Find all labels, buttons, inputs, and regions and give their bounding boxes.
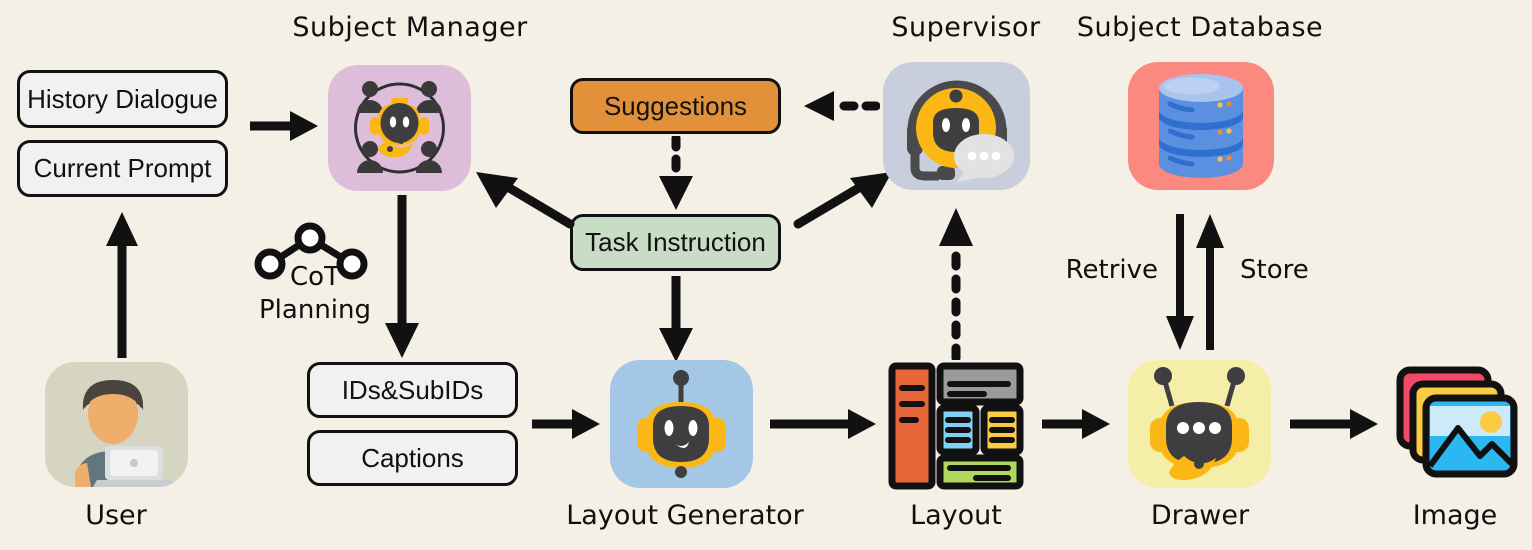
arrow-drawer-to-image xyxy=(1290,409,1378,439)
arrow-layout-to-drawer xyxy=(1042,409,1110,439)
caption-drawer: Drawer xyxy=(1150,500,1250,531)
captions-box[interactable]: Captions xyxy=(307,430,518,486)
arrow-retrieve-store-pair xyxy=(1166,214,1224,350)
dashed-arrow-supervisor-to-suggestions xyxy=(804,91,880,121)
diagram-canvas: Subject Manager Supervisor Subject Datab… xyxy=(0,0,1532,550)
current-prompt-box[interactable]: Current Prompt xyxy=(17,140,228,197)
cot-planning-label-line2: Planning xyxy=(259,295,371,325)
layout-generator-icon[interactable] xyxy=(610,360,753,488)
dashed-arrow-layout-to-supervisor xyxy=(939,208,973,360)
arrow-outputs-to-layout-generator xyxy=(532,409,600,439)
caption-layout-generator: Layout Generator xyxy=(566,500,804,531)
ids-subids-box[interactable]: IDs&SubIDs xyxy=(307,362,518,418)
user-icon[interactable] xyxy=(45,362,188,487)
title-subject-manager: Subject Manager xyxy=(292,12,528,43)
layout-icon[interactable] xyxy=(888,362,1024,490)
cot-planning-label-line1: CoT xyxy=(290,262,340,292)
arrow-layout-generator-to-layout xyxy=(770,409,876,439)
arrow-task-instruction-to-supervisor xyxy=(793,172,892,229)
retrieve-label: Retrive xyxy=(1065,255,1158,285)
arrow-subject-manager-to-outputs xyxy=(385,195,419,358)
history-dialogue-box[interactable]: History Dialogue xyxy=(17,70,228,128)
arrow-task-instruction-to-subject-manager xyxy=(476,172,575,229)
arrow-task-instruction-to-layout-generator xyxy=(659,276,693,362)
suggestions-box[interactable]: Suggestions xyxy=(570,78,781,134)
task-instruction-box[interactable]: Task Instruction xyxy=(570,214,781,271)
subject-manager-icon[interactable] xyxy=(328,65,471,191)
dashed-arrow-suggestions-to-task-instruction xyxy=(659,136,693,210)
title-subject-database: Subject Database xyxy=(1076,12,1324,43)
drawer-icon[interactable] xyxy=(1128,360,1271,488)
arrow-user-to-inputs xyxy=(106,212,138,358)
caption-image: Image xyxy=(1412,500,1498,531)
supervisor-icon[interactable] xyxy=(883,62,1030,190)
caption-user: User xyxy=(85,500,147,531)
store-label: Store xyxy=(1240,255,1309,285)
subject-database-icon[interactable] xyxy=(1128,62,1274,190)
caption-layout: Layout xyxy=(910,500,1002,531)
image-stack-icon[interactable] xyxy=(1396,366,1518,484)
arrow-inputs-to-subject-manager xyxy=(250,111,318,141)
title-supervisor: Supervisor xyxy=(891,12,1041,43)
